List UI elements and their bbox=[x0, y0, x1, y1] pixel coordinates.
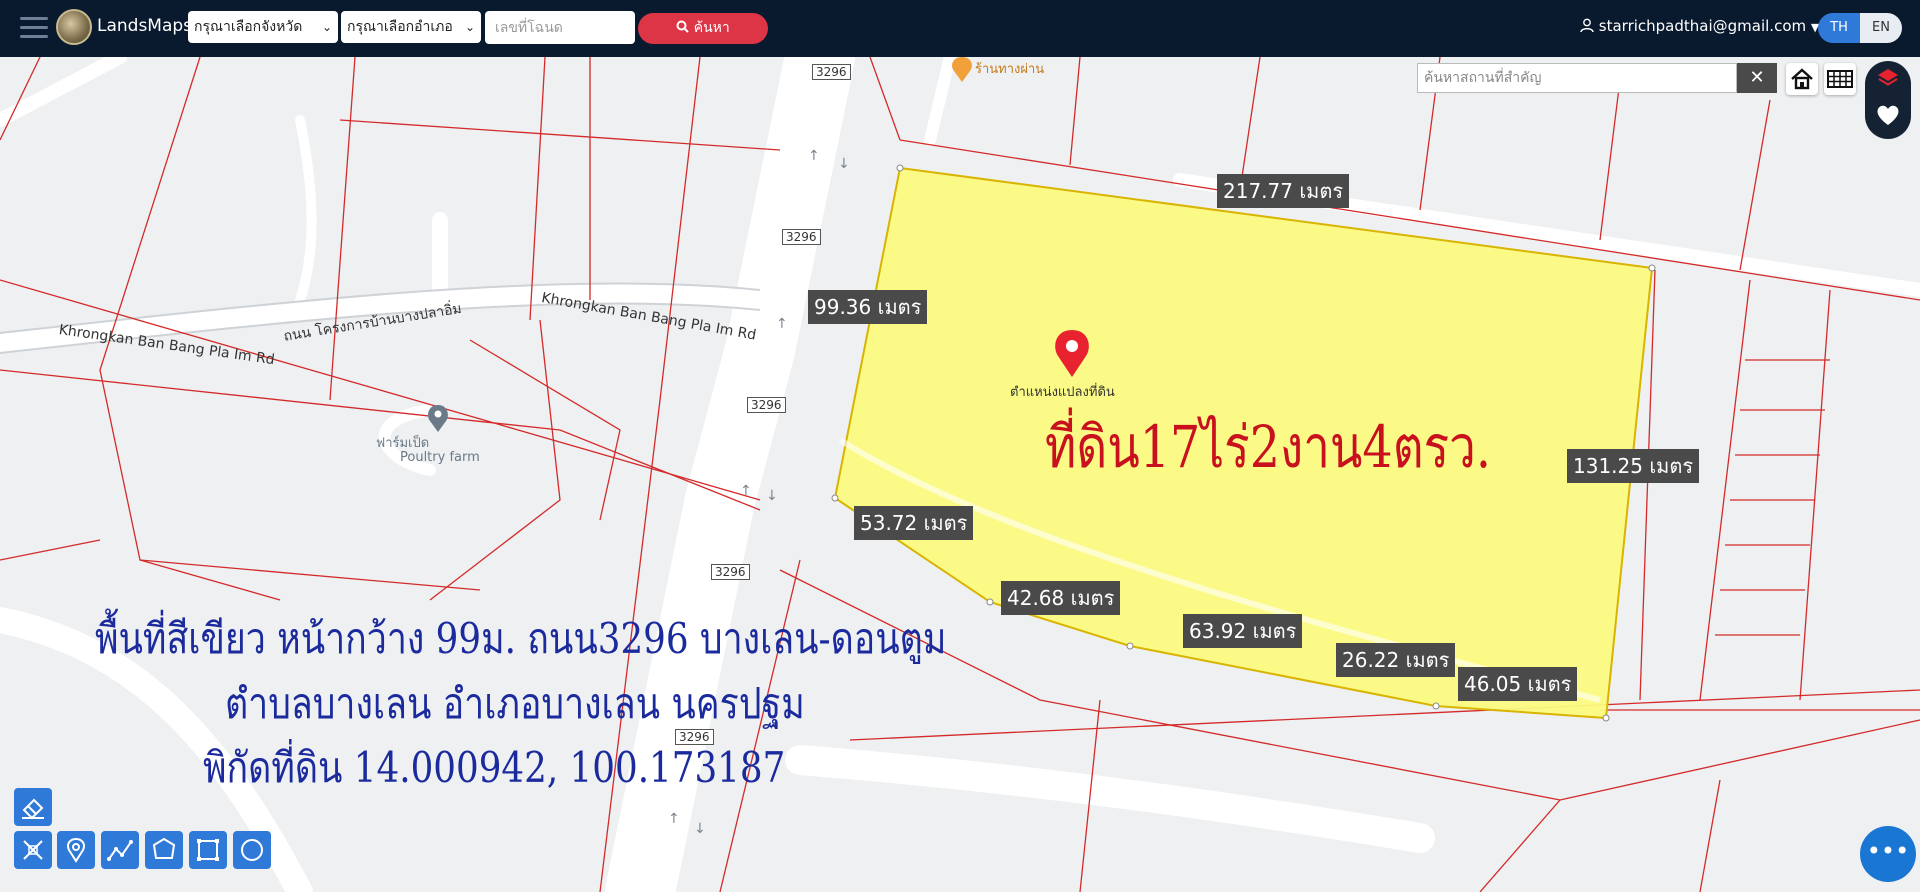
top-navbar: LandsMaps กรุณาเลือกจังหวัด ⌄ กรุณาเลือก… bbox=[0, 0, 1920, 57]
avatar[interactable] bbox=[56, 9, 92, 45]
poi-farm-label-en: Poultry farm bbox=[400, 450, 480, 465]
place-search-input[interactable] bbox=[1417, 63, 1737, 93]
province-select-label: กรุณาเลือกจังหวัด bbox=[194, 19, 303, 35]
search-icon bbox=[676, 20, 693, 36]
polyline-icon bbox=[101, 840, 139, 873]
measure-label-bottom-5: 46.05 เมตร bbox=[1458, 667, 1578, 701]
measure-label-bottom-4: 26.22 เมตร bbox=[1336, 643, 1456, 677]
search-button-label: ค้นหา bbox=[693, 20, 730, 36]
user-menu[interactable]: starrichpadthai@gmail.com ▼ bbox=[1580, 17, 1819, 35]
measure-label-right: 131.25 เมตร bbox=[1567, 449, 1700, 483]
circle-icon bbox=[233, 839, 271, 873]
pin-label: ตำแหน่งแปลงที่ดิน bbox=[1010, 385, 1115, 400]
chevron-down-icon: ⌄ bbox=[464, 20, 475, 34]
measure-label-bottom-2: 42.68 เมตร bbox=[1001, 581, 1121, 615]
circle-tool-button[interactable] bbox=[233, 831, 271, 869]
more-options-button[interactable]: ••• bbox=[1860, 826, 1916, 882]
eraser-icon bbox=[14, 798, 52, 830]
road-shield-3296: 3296 bbox=[747, 397, 786, 413]
layers-icon[interactable] bbox=[1876, 67, 1900, 91]
polyline-tool-button[interactable] bbox=[101, 831, 139, 869]
province-select[interactable]: กรุณาเลือกจังหวัด ⌄ bbox=[188, 11, 338, 43]
measure-label-top: 217.77 เมตร bbox=[1217, 174, 1350, 208]
rectangle-tool-button[interactable] bbox=[189, 831, 227, 869]
grid-icon bbox=[1824, 70, 1856, 99]
road-shield-3296: 3296 bbox=[812, 64, 851, 80]
polygon-tool-button[interactable] bbox=[145, 831, 183, 869]
search-button[interactable]: ค้นหา bbox=[638, 13, 768, 44]
description-line-2: ตำบลบางเลน อำเภอบางเลน นครปฐม bbox=[225, 679, 805, 728]
menu-icon[interactable] bbox=[20, 17, 48, 39]
lang-en-button[interactable]: EN bbox=[1860, 13, 1902, 43]
description-line-1: พื้นที่สีเขียว หน้ากว้าง 99ม. ถนน3296 บา… bbox=[95, 614, 947, 663]
eraser-button[interactable] bbox=[14, 788, 52, 826]
svg-text:↑: ↑ bbox=[776, 316, 788, 332]
deed-number-input[interactable] bbox=[485, 11, 635, 44]
district-select-label: กรุณาเลือกอำเภอ bbox=[347, 19, 453, 35]
more-icon: ••• bbox=[1866, 837, 1910, 865]
land-size-title: ที่ดิน17ไร่2งาน4ตรว. bbox=[1045, 413, 1491, 481]
svg-text:↓: ↓ bbox=[766, 488, 778, 504]
svg-text:↓: ↓ bbox=[694, 821, 706, 837]
grid-button[interactable] bbox=[1824, 63, 1856, 95]
home-icon bbox=[1786, 68, 1818, 99]
svg-text:↓: ↓ bbox=[838, 156, 850, 172]
svg-text:↑: ↑ bbox=[740, 483, 752, 499]
chevron-down-icon: ⌄ bbox=[321, 20, 332, 34]
svg-text:↑: ↑ bbox=[668, 811, 680, 827]
measure-label-bottom-1: 53.72 เมตร bbox=[854, 506, 974, 540]
measure-label-bottom-3: 63.92 เมตร bbox=[1183, 614, 1303, 648]
district-select[interactable]: กรุณาเลือกอำเภอ ⌄ bbox=[341, 11, 481, 43]
heart-icon[interactable] bbox=[1875, 103, 1901, 131]
marker-icon bbox=[57, 837, 95, 873]
app-name[interactable]: LandsMaps bbox=[97, 16, 192, 36]
marker-tool-button[interactable] bbox=[57, 831, 95, 869]
polygon-icon bbox=[145, 837, 183, 873]
road-shield-3296: 3296 bbox=[711, 564, 750, 580]
layers-favorites-panel[interactable] bbox=[1865, 61, 1911, 139]
poi-shop-label: ร้านทางผ่าน bbox=[975, 62, 1045, 77]
poi-farm-label-th: ฟาร์มเป็ด bbox=[376, 436, 430, 451]
user-icon bbox=[1580, 17, 1599, 35]
svg-text:↑: ↑ bbox=[808, 148, 820, 164]
ruler-icon bbox=[14, 840, 52, 873]
measure-tool-button[interactable] bbox=[14, 831, 52, 869]
road-shield-3296: 3296 bbox=[782, 229, 821, 245]
close-icon[interactable]: ✕ bbox=[1737, 63, 1777, 93]
user-email: starrichpadthai@gmail.com bbox=[1598, 17, 1807, 35]
rectangle-icon bbox=[189, 839, 227, 873]
description-line-3: พิกัดที่ดิน 14.000942, 100.173187 bbox=[203, 743, 786, 792]
home-button[interactable] bbox=[1786, 63, 1818, 95]
measure-label-left: 99.36 เมตร bbox=[808, 290, 928, 324]
lang-th-button[interactable]: TH bbox=[1818, 13, 1860, 43]
